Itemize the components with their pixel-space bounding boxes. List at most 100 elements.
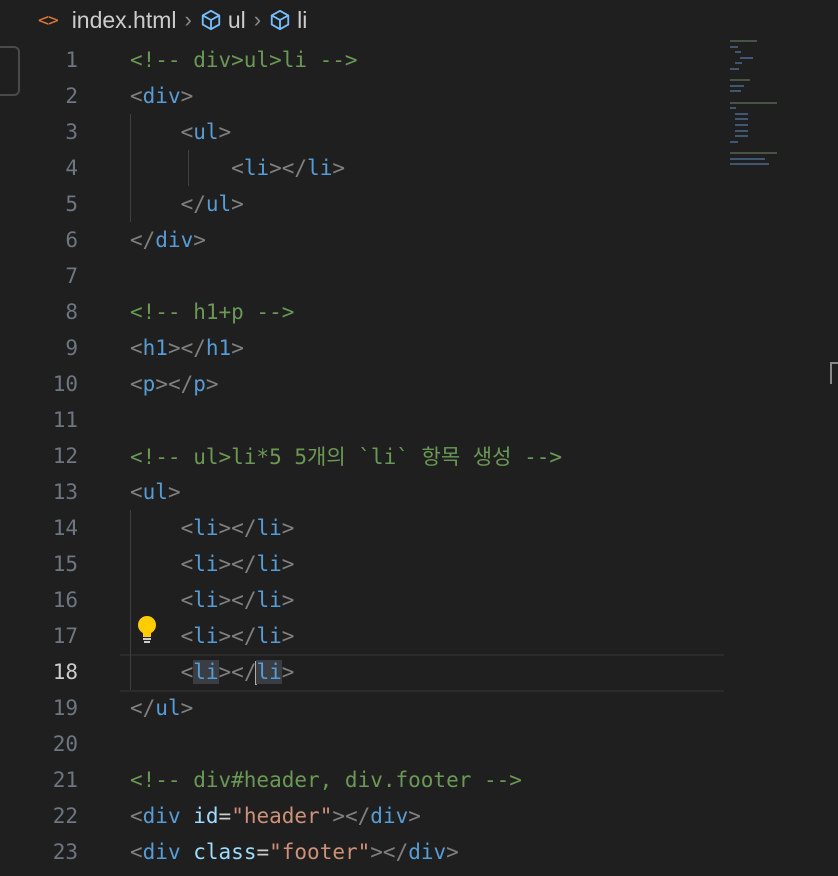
- code-token: "header": [231, 804, 333, 828]
- code-line[interactable]: 12 <!-- ul>li*5 5개의 `li` 항목 생성 -->: [0, 438, 724, 474]
- minimap-line: [730, 90, 741, 93]
- html-file-icon: <>: [38, 9, 59, 31]
- code-token: ></: [218, 624, 257, 648]
- code-token: >: [231, 192, 244, 216]
- code-line[interactable]: 3 <ul>: [0, 114, 724, 150]
- minimap-line: [730, 101, 777, 104]
- cube-icon: [201, 9, 221, 31]
- code-line[interactable]: 5 </ul>: [0, 186, 724, 222]
- code-line[interactable]: 4 <li></li>: [0, 150, 724, 186]
- line-number: 4: [65, 156, 78, 180]
- line-number: 16: [52, 588, 78, 612]
- code-token: ul: [155, 696, 181, 720]
- code-token: >: [281, 624, 295, 648]
- code-token: id: [193, 804, 219, 828]
- code-line[interactable]: 20: [0, 726, 724, 762]
- line-number: 20: [52, 732, 78, 756]
- breadcrumb: <> index.html › ul › li: [0, 0, 838, 40]
- minimap[interactable]: [730, 40, 825, 190]
- code-token: >: [180, 84, 194, 108]
- code-token: <!-- h1+p -->: [130, 300, 295, 324]
- code-line[interactable]: 23 <div class="footer"></div>: [0, 834, 724, 870]
- code-token: >: [167, 480, 181, 504]
- line-number: 11: [52, 408, 78, 432]
- minimap-line: [730, 140, 738, 143]
- line-number: 23: [52, 840, 78, 864]
- code-token: <: [130, 840, 143, 864]
- code-text: <ul>: [130, 480, 181, 504]
- code-token: <!-- div#header, div.footer -->: [130, 768, 522, 792]
- code-line[interactable]: 1 <!-- div>ul>li -->: [0, 42, 724, 78]
- code-line[interactable]: 17 <li></li>: [0, 618, 724, 654]
- scrollbar-marker[interactable]: [830, 362, 838, 384]
- code-token: >: [180, 696, 194, 720]
- code-token: >: [408, 804, 421, 828]
- code-token: </: [180, 192, 206, 216]
- code-text: </ul>: [130, 192, 244, 216]
- code-token: li: [307, 156, 333, 180]
- minimap-line: [734, 135, 749, 138]
- code-token: >: [205, 372, 219, 396]
- code-token: >: [193, 228, 206, 252]
- code-token: <: [130, 84, 143, 108]
- breadcrumb-file[interactable]: index.html: [72, 7, 177, 34]
- code-token: li: [256, 588, 282, 612]
- code-line[interactable]: 21 <!-- div#header, div.footer -->: [0, 762, 724, 798]
- code-token: li: [193, 659, 219, 684]
- code-token: <: [180, 624, 194, 648]
- code-line[interactable]: 8 <!-- h1+p -->: [0, 294, 724, 330]
- code-line[interactable]: 10 <p></p>: [0, 366, 724, 402]
- code-token: ></: [218, 588, 257, 612]
- code-line[interactable]: 6 </div>: [0, 222, 724, 258]
- code-line[interactable]: 19 </ul>: [0, 690, 724, 726]
- code-editor[interactable]: 1 <!-- div>ul>li --> 2 <div> 3 <ul> 4 <li></l…: [0, 42, 838, 876]
- code-token: li: [243, 156, 270, 180]
- minimap-line: [734, 62, 743, 65]
- code-line[interactable]: 11: [0, 402, 724, 438]
- breadcrumb-item-label: li: [297, 6, 308, 33]
- code-text: <!-- h1+p -->: [130, 300, 294, 324]
- code-token: p: [193, 372, 206, 396]
- code-line[interactable]: 15 <li></li>: [0, 546, 724, 582]
- line-number: 19: [52, 696, 78, 720]
- code-line[interactable]: 7: [0, 258, 724, 294]
- minimap-line: [734, 124, 749, 126]
- code-text: <!-- ul>li*5 5개의 `li` 항목 생성 -->: [130, 441, 562, 471]
- chevron-right-icon: ›: [184, 7, 192, 32]
- code-text: </div>: [130, 228, 206, 252]
- minimap-line: [730, 40, 757, 42]
- code-token: >: [281, 552, 295, 576]
- minimap-line: [734, 129, 749, 132]
- code-line[interactable]: 13 <ul>: [0, 474, 724, 510]
- code-token: <!-- ul>li*5 5개의 `li` 항목 생성 -->: [130, 445, 562, 469]
- code-line[interactable]: 16 <li></li>: [0, 582, 724, 618]
- lightbulb-icon[interactable]: [134, 614, 160, 644]
- minimap-line: [730, 107, 736, 110]
- code-text: <div id="header"></div>: [130, 804, 421, 828]
- code-token: =: [218, 804, 232, 828]
- code-line[interactable]: 18 <li></li>: [0, 654, 724, 690]
- code-token: <: [180, 659, 194, 684]
- code-token: li: [193, 588, 219, 612]
- breadcrumb-item-li[interactable]: li: [269, 7, 307, 34]
- code-text: <ul>: [130, 120, 232, 144]
- code-token: >: [446, 840, 459, 864]
- line-number: 9: [65, 336, 78, 360]
- code-line[interactable]: 2 <div>: [0, 78, 724, 114]
- breadcrumb-item-ul[interactable]: ul: [200, 7, 246, 34]
- code-token: div: [408, 840, 447, 864]
- code-line[interactable]: 9 <h1></h1>: [0, 330, 724, 366]
- line-number: 3: [65, 120, 78, 144]
- code-line[interactable]: 14 <li></li>: [0, 510, 724, 546]
- code-token: >: [281, 516, 295, 540]
- line-number: 15: [52, 552, 78, 576]
- code-token: ul: [193, 120, 219, 144]
- code-token: <: [130, 336, 143, 360]
- line-number: 22: [52, 804, 78, 828]
- code-line[interactable]: 22 <div id="header"></div>: [0, 798, 724, 834]
- code-token: h1: [142, 336, 168, 360]
- minimap-line: [734, 51, 741, 54]
